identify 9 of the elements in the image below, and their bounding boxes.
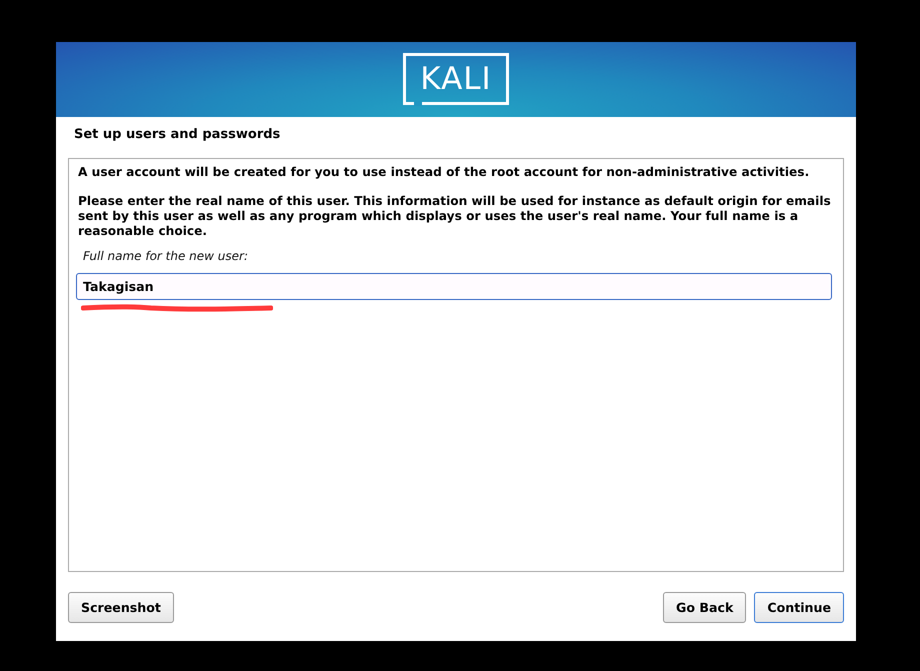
logo: KALI (403, 52, 509, 104)
name-input-field[interactable]: Takagisan (76, 273, 832, 300)
screenshot-button[interactable]: Screenshot (68, 592, 174, 623)
field-label: Full name for the new user: (83, 249, 250, 263)
page-title: Set up users and passwords (74, 127, 282, 142)
back-button[interactable]: Go Back (663, 592, 746, 623)
description-text: Please enter the real name of this user. This information will be used for instance as default origin for emails sent by this user as well as any program which displays or uses the user's real name. Your full name is a reasonable choice. (78, 194, 832, 239)
description-text: A user account will be created for you to use instead of the root account for non-administrative activities. (78, 165, 810, 180)
continue-button[interactable]: Continue (754, 592, 844, 623)
